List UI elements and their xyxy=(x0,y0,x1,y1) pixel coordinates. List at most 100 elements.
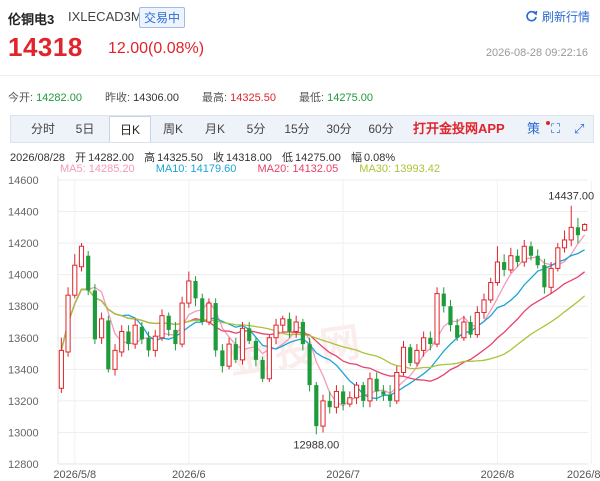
candle-body-62 xyxy=(474,312,480,336)
candle-body-67 xyxy=(508,255,514,271)
candle-body-64 xyxy=(488,282,494,301)
x-tick-label-2: 2026/7 xyxy=(326,469,360,481)
x-tick-label-0: 2026/5/8 xyxy=(53,469,96,481)
y-tick-label-7: 13200 xyxy=(8,396,39,408)
candle-body-13 xyxy=(146,337,151,351)
candle-body-49 xyxy=(388,394,393,401)
candle-body-41 xyxy=(333,390,339,408)
candle-body-19 xyxy=(186,280,192,304)
tab-weekly-k[interactable]: 周K xyxy=(155,116,191,142)
candle-body-16 xyxy=(166,315,171,330)
candle-body-54 xyxy=(421,337,427,351)
candle-body-63 xyxy=(481,299,487,314)
candle-body-70 xyxy=(528,246,534,256)
header: 伦铜电3 IXLECAD3M 交易中 刷新行情 xyxy=(0,0,600,34)
candle-body-61 xyxy=(468,322,473,335)
tab-daily-k[interactable]: 日K xyxy=(109,116,151,142)
candle-body-7 xyxy=(106,320,111,370)
candle-body-43 xyxy=(347,397,353,405)
low-annotation: 12988.00 xyxy=(293,439,339,451)
strategy-button[interactable]: 策 xyxy=(527,116,540,142)
candle-body-74 xyxy=(555,247,561,269)
candle-body-25 xyxy=(226,343,232,367)
candle-body-59 xyxy=(455,325,460,338)
candle-body-45 xyxy=(361,385,366,401)
refresh-button[interactable]: 刷新行情 xyxy=(525,8,590,25)
open-app-link[interactable]: 打开金投网APP xyxy=(413,116,505,142)
tab-30min[interactable]: 30分 xyxy=(321,116,357,142)
candle-body-42 xyxy=(341,391,346,405)
candle-body-26 xyxy=(233,344,238,360)
candle-body-66 xyxy=(502,262,507,270)
instrument-name: 伦铜电3 xyxy=(8,12,55,27)
stat-low-label: 最低: xyxy=(299,92,325,104)
refresh-label: 刷新行情 xyxy=(541,10,590,24)
candle-body-14 xyxy=(152,335,158,351)
candle-body-69 xyxy=(521,245,527,263)
candle-body-46 xyxy=(367,378,373,402)
trading-status-badge: 交易中 xyxy=(139,7,186,28)
candle-body-5 xyxy=(92,290,97,340)
refresh-icon xyxy=(526,10,538,22)
candle-body-78 xyxy=(582,223,588,231)
candle-body-47 xyxy=(374,378,379,392)
candle-body-29 xyxy=(253,340,258,360)
stat-high-value: 14325.50 xyxy=(230,92,276,104)
fullscreen-icon[interactable]: ⛶ xyxy=(551,116,560,142)
y-tick-label-9: 12800 xyxy=(8,459,39,471)
stat-low-value: 14275.00 xyxy=(327,92,373,104)
candle-body-3 xyxy=(78,245,85,268)
y-tick-label-0: 14600 xyxy=(8,175,39,187)
candle-body-51 xyxy=(400,346,407,373)
candle-body-75 xyxy=(561,239,568,249)
candle-body-22 xyxy=(206,302,212,323)
ma20-line xyxy=(60,271,585,382)
tab-5day[interactable]: 5日 xyxy=(67,116,103,142)
y-tick-label-3: 14000 xyxy=(8,270,39,282)
candle-body-77 xyxy=(575,227,581,236)
info-date: 2026/08/28 xyxy=(10,152,66,164)
expand-icon[interactable]: ⤢ xyxy=(574,116,584,142)
y-tick-label-6: 13400 xyxy=(8,364,39,376)
stat-open-label: 今开: xyxy=(8,92,34,104)
stat-prev-close-value: 14306.00 xyxy=(133,92,179,104)
notification-dot xyxy=(546,121,550,125)
tab-monthly-k[interactable]: 月K xyxy=(197,116,233,142)
tab-5min[interactable]: 5分 xyxy=(239,116,273,142)
candle-body-8 xyxy=(112,349,118,370)
candle-body-12 xyxy=(139,326,144,340)
stat-high-label: 最高: xyxy=(202,92,228,104)
candle-body-18 xyxy=(179,302,185,345)
candle-body-38 xyxy=(314,385,319,427)
candle-body-33 xyxy=(280,318,286,326)
last-price: 14318 xyxy=(8,32,83,62)
candle-body-1 xyxy=(65,294,71,353)
quote-stats: 今开: 14282.00 昨收: 14306.00 最高: 14325.50 最低: 1… xyxy=(8,89,393,105)
candle-body-27 xyxy=(239,327,246,361)
x-tick-label-1: 2026/6 xyxy=(172,469,206,481)
candle-body-65 xyxy=(494,261,501,284)
candle-body-60 xyxy=(461,321,467,339)
tab-intraday[interactable]: 分时 xyxy=(25,116,61,142)
candle-body-48 xyxy=(381,391,386,395)
candle-body-11 xyxy=(132,324,138,345)
y-tick-label-4: 13800 xyxy=(8,301,39,313)
candle-body-10 xyxy=(126,331,131,345)
candle-body-30 xyxy=(260,359,265,379)
candle-body-71 xyxy=(535,255,540,266)
high-annotation: 14437.00 xyxy=(548,191,594,203)
candle-body-58 xyxy=(448,306,453,326)
tab-60min[interactable]: 60分 xyxy=(363,116,399,142)
candle-body-52 xyxy=(408,347,413,364)
candle-body-39 xyxy=(320,400,326,427)
candle-body-35 xyxy=(293,321,299,332)
y-tick-label-2: 14200 xyxy=(8,238,39,250)
candle-body-72 xyxy=(542,265,547,288)
candle-body-76 xyxy=(568,226,574,241)
candle-body-55 xyxy=(428,337,433,345)
candle-body-68 xyxy=(515,255,520,263)
candle-body-4 xyxy=(86,255,91,291)
tab-15min[interactable]: 15分 xyxy=(279,116,315,142)
candle-body-0 xyxy=(58,349,64,389)
candle-body-32 xyxy=(273,324,279,339)
